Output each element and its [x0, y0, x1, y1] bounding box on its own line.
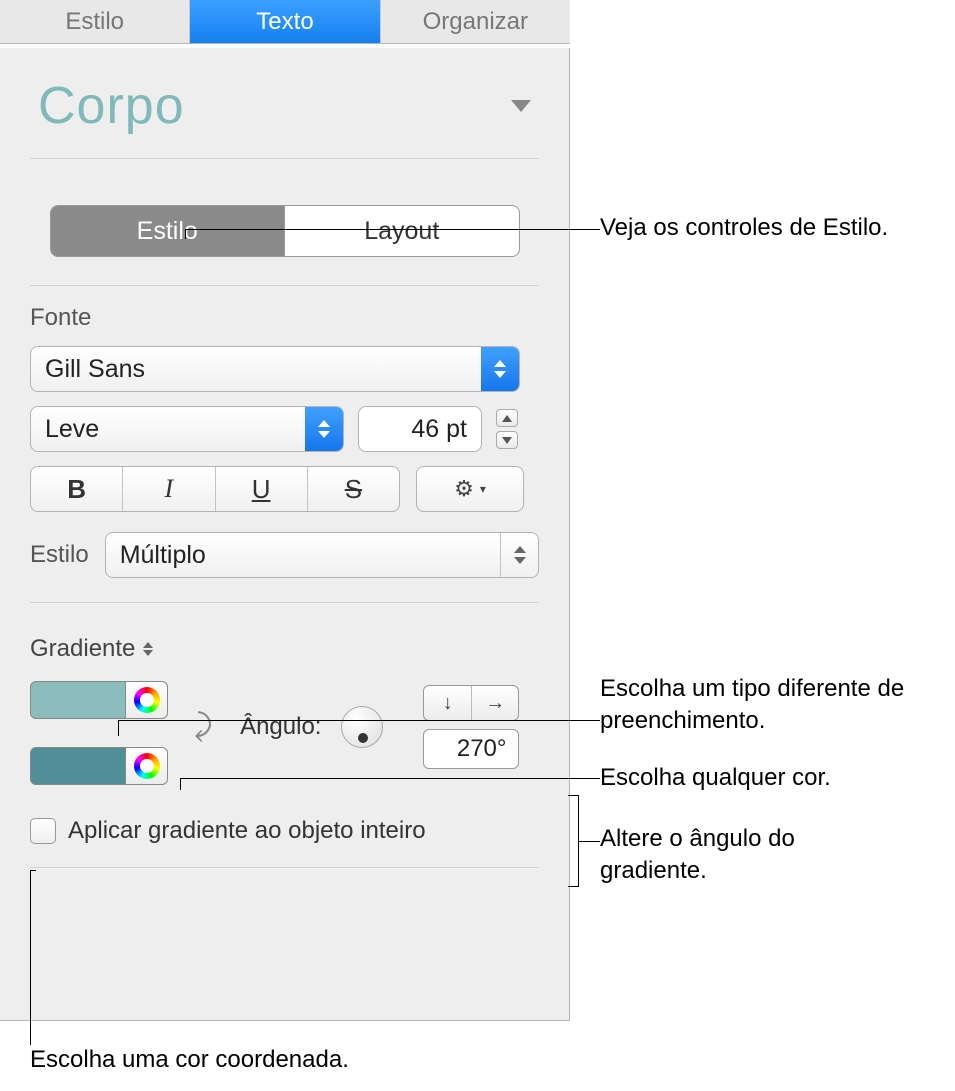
font-section-label: Fonte — [30, 304, 539, 332]
font-weight-select[interactable]: Leve — [30, 406, 344, 452]
advanced-options-button[interactable]: ⚙ ▾ — [416, 466, 524, 512]
callout-line — [180, 778, 600, 779]
divider — [30, 602, 539, 603]
callout-line — [30, 870, 31, 1045]
bold-button[interactable]: B — [31, 467, 123, 511]
font-size-field[interactable]: 46 pt — [358, 406, 482, 452]
font-family-value: Gill Sans — [31, 355, 481, 384]
font-size-stepper[interactable] — [496, 406, 518, 452]
callout-line — [118, 720, 600, 721]
tab-text[interactable]: Texto — [190, 0, 380, 43]
callout-line — [30, 870, 36, 871]
popup-arrows-icon — [481, 347, 519, 391]
chevron-down-icon: ▾ — [480, 482, 486, 496]
underline-button[interactable]: U — [216, 467, 308, 511]
tab-arrange[interactable]: Organizar — [381, 0, 570, 43]
callout-change-angle: Altere o ângulo do gradiente. — [600, 823, 840, 888]
gradient-color-2-swatch[interactable] — [30, 747, 126, 785]
gradient-direction-buttons: ↓ → — [423, 685, 519, 721]
direction-down-button[interactable]: ↓ — [424, 686, 472, 720]
segment-layout[interactable]: Layout — [285, 206, 519, 256]
callout-line — [118, 720, 119, 736]
swap-colors-icon[interactable]: ⤺ — [187, 711, 221, 743]
stepper-down-icon[interactable] — [496, 431, 518, 449]
tab-style[interactable]: Estilo — [0, 0, 190, 43]
apply-gradient-checkbox[interactable] — [30, 818, 56, 844]
fill-type-value: Gradiente — [30, 635, 135, 663]
apply-gradient-label: Aplicar gradiente ao objeto inteiro — [68, 817, 426, 845]
popup-arrows-icon — [305, 407, 343, 451]
fill-type-select[interactable]: Gradiente — [30, 635, 539, 663]
colorwheel-icon — [134, 687, 160, 713]
callout-line — [185, 229, 186, 239]
direction-right-button[interactable]: → — [472, 686, 519, 720]
divider — [30, 867, 539, 868]
character-style-label: Estilo — [30, 541, 89, 569]
colorwheel-icon — [134, 753, 160, 779]
callout-line — [185, 229, 600, 230]
callout-style-controls: Veja os controles de Estilo. — [600, 212, 888, 244]
callout-line — [579, 841, 600, 842]
text-style-group: B I U S — [30, 466, 400, 512]
character-style-select[interactable]: Múltiplo — [105, 532, 539, 578]
inspector-tabs: Estilo Texto Organizar — [0, 0, 570, 44]
style-layout-segment: Estilo Layout — [50, 205, 520, 257]
font-family-select[interactable]: Gill Sans — [30, 346, 520, 392]
popup-arrows-icon — [500, 533, 538, 577]
strikethrough-button[interactable]: S — [308, 467, 399, 511]
character-style-value: Múltiplo — [106, 541, 500, 570]
angle-label: Ângulo: — [240, 713, 321, 740]
paragraph-style-picker[interactable]: Corpo — [30, 48, 539, 159]
font-weight-value: Leve — [31, 415, 305, 444]
gear-icon: ⚙ — [454, 476, 474, 502]
color-picker-2-button[interactable] — [126, 747, 168, 785]
callout-fill-type: Escolha um tipo diferente de preenchimen… — [600, 673, 940, 738]
angle-value-field[interactable]: 270° — [423, 729, 519, 769]
angle-knob[interactable] — [341, 706, 383, 748]
segment-style[interactable]: Estilo — [51, 206, 286, 256]
callout-any-color: Escolha qualquer cor. — [600, 762, 831, 794]
text-inspector-panel: Corpo Estilo Layout Fonte Gill Sans Leve… — [0, 48, 570, 1021]
arrow-down-icon: ↓ — [443, 692, 453, 715]
italic-button[interactable]: I — [123, 467, 215, 511]
callout-bracket — [565, 795, 579, 887]
gradient-color-1-swatch[interactable] — [30, 681, 126, 719]
popup-arrows-icon — [143, 642, 153, 656]
paragraph-style-name: Corpo — [38, 76, 185, 136]
arrow-right-icon: → — [485, 692, 505, 715]
color-picker-1-button[interactable] — [126, 681, 168, 719]
angle-indicator-icon — [358, 733, 368, 743]
callout-match-color: Escolha uma cor coordenada. — [30, 1046, 349, 1074]
callout-line — [180, 778, 181, 790]
chevron-down-icon — [511, 100, 531, 112]
stepper-up-icon[interactable] — [496, 409, 518, 427]
divider — [30, 285, 539, 286]
